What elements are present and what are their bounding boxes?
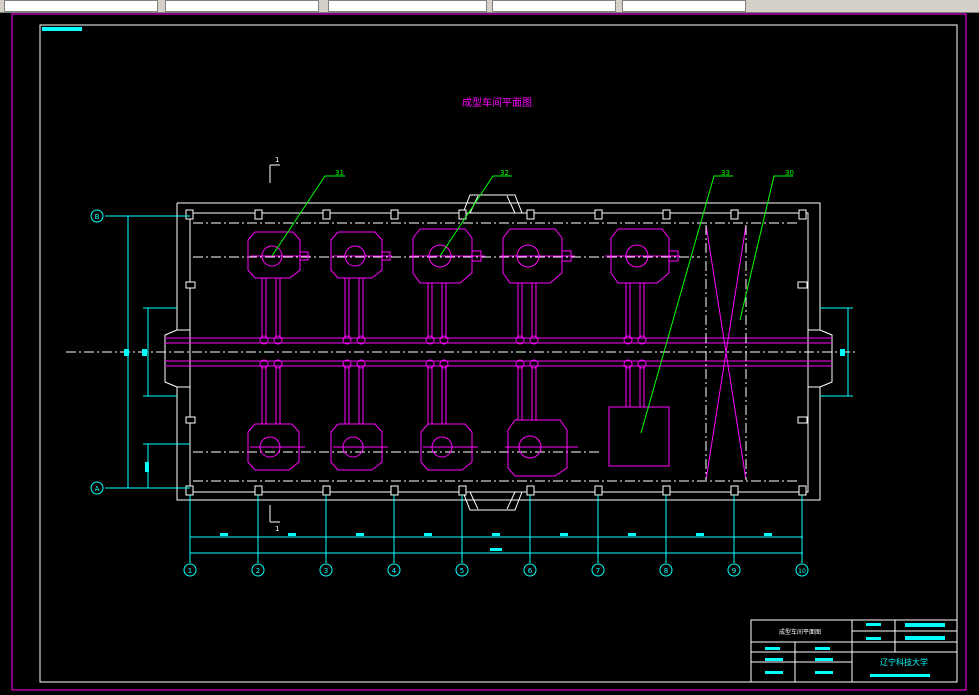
sheet-inner-frame xyxy=(39,24,958,683)
toolbar-field-4[interactable] xyxy=(492,0,616,12)
grid-col-5: 5 xyxy=(460,567,464,575)
grid-col-8: 8 xyxy=(664,567,668,575)
drawing-title: 成型车间平面图 xyxy=(462,96,532,109)
grid-col-2: 2 xyxy=(256,567,260,575)
machine-l1 xyxy=(247,366,305,471)
toolbar-field-1[interactable] xyxy=(4,0,158,12)
cad-drawing-canvas[interactable]: 成型车间平面图 31 32 33 30 1 1 B A 1 2 3 4 5 6 … xyxy=(0,12,979,695)
machines-upper-row xyxy=(247,228,680,338)
grid-col-6: 6 xyxy=(528,567,533,575)
grid-col-10: 10 xyxy=(798,568,806,575)
toolbar-field-2[interactable] xyxy=(165,0,319,12)
machines-lower-row xyxy=(247,366,670,477)
grid-col-9: 9 xyxy=(732,567,736,575)
machine-u5 xyxy=(605,228,680,338)
grid-col-3: 3 xyxy=(324,567,328,575)
bottom-dimensions xyxy=(189,495,803,563)
toolbar-field-3[interactable] xyxy=(328,0,487,12)
bottom-dim-values xyxy=(220,533,772,551)
machine-u1 xyxy=(247,231,310,338)
machine-l3 xyxy=(420,366,478,471)
corner-tag xyxy=(42,27,82,31)
section-mark-bottom: 1 xyxy=(275,525,279,533)
machine-l4 xyxy=(505,366,578,477)
callout-33: 33 xyxy=(721,169,730,177)
title-block-drawing-name: 成型车间平面图 xyxy=(779,628,821,636)
grid-col-1: 1 xyxy=(188,567,192,575)
section-mark-top: 1 xyxy=(275,156,279,164)
machine-u4 xyxy=(500,228,575,338)
callout-31: 31 xyxy=(335,169,344,177)
machine-l2 xyxy=(330,366,388,471)
callout-32: 32 xyxy=(500,169,509,177)
grid-col-7: 7 xyxy=(596,567,600,575)
dim-value-left-small xyxy=(145,462,149,472)
center-conveyor xyxy=(66,337,856,367)
toolbar-field-5[interactable] xyxy=(622,0,746,12)
grid-label-b: B xyxy=(95,213,100,221)
callout-30: 30 xyxy=(785,169,794,177)
title-block-school: 辽宁科技大学 xyxy=(880,657,928,667)
equipment-box-33 xyxy=(608,406,670,467)
grid-col-4: 4 xyxy=(392,567,397,575)
column-grid-bubbles xyxy=(183,563,809,577)
grid-label-a: A xyxy=(95,485,100,493)
machine-u2 xyxy=(330,231,392,338)
